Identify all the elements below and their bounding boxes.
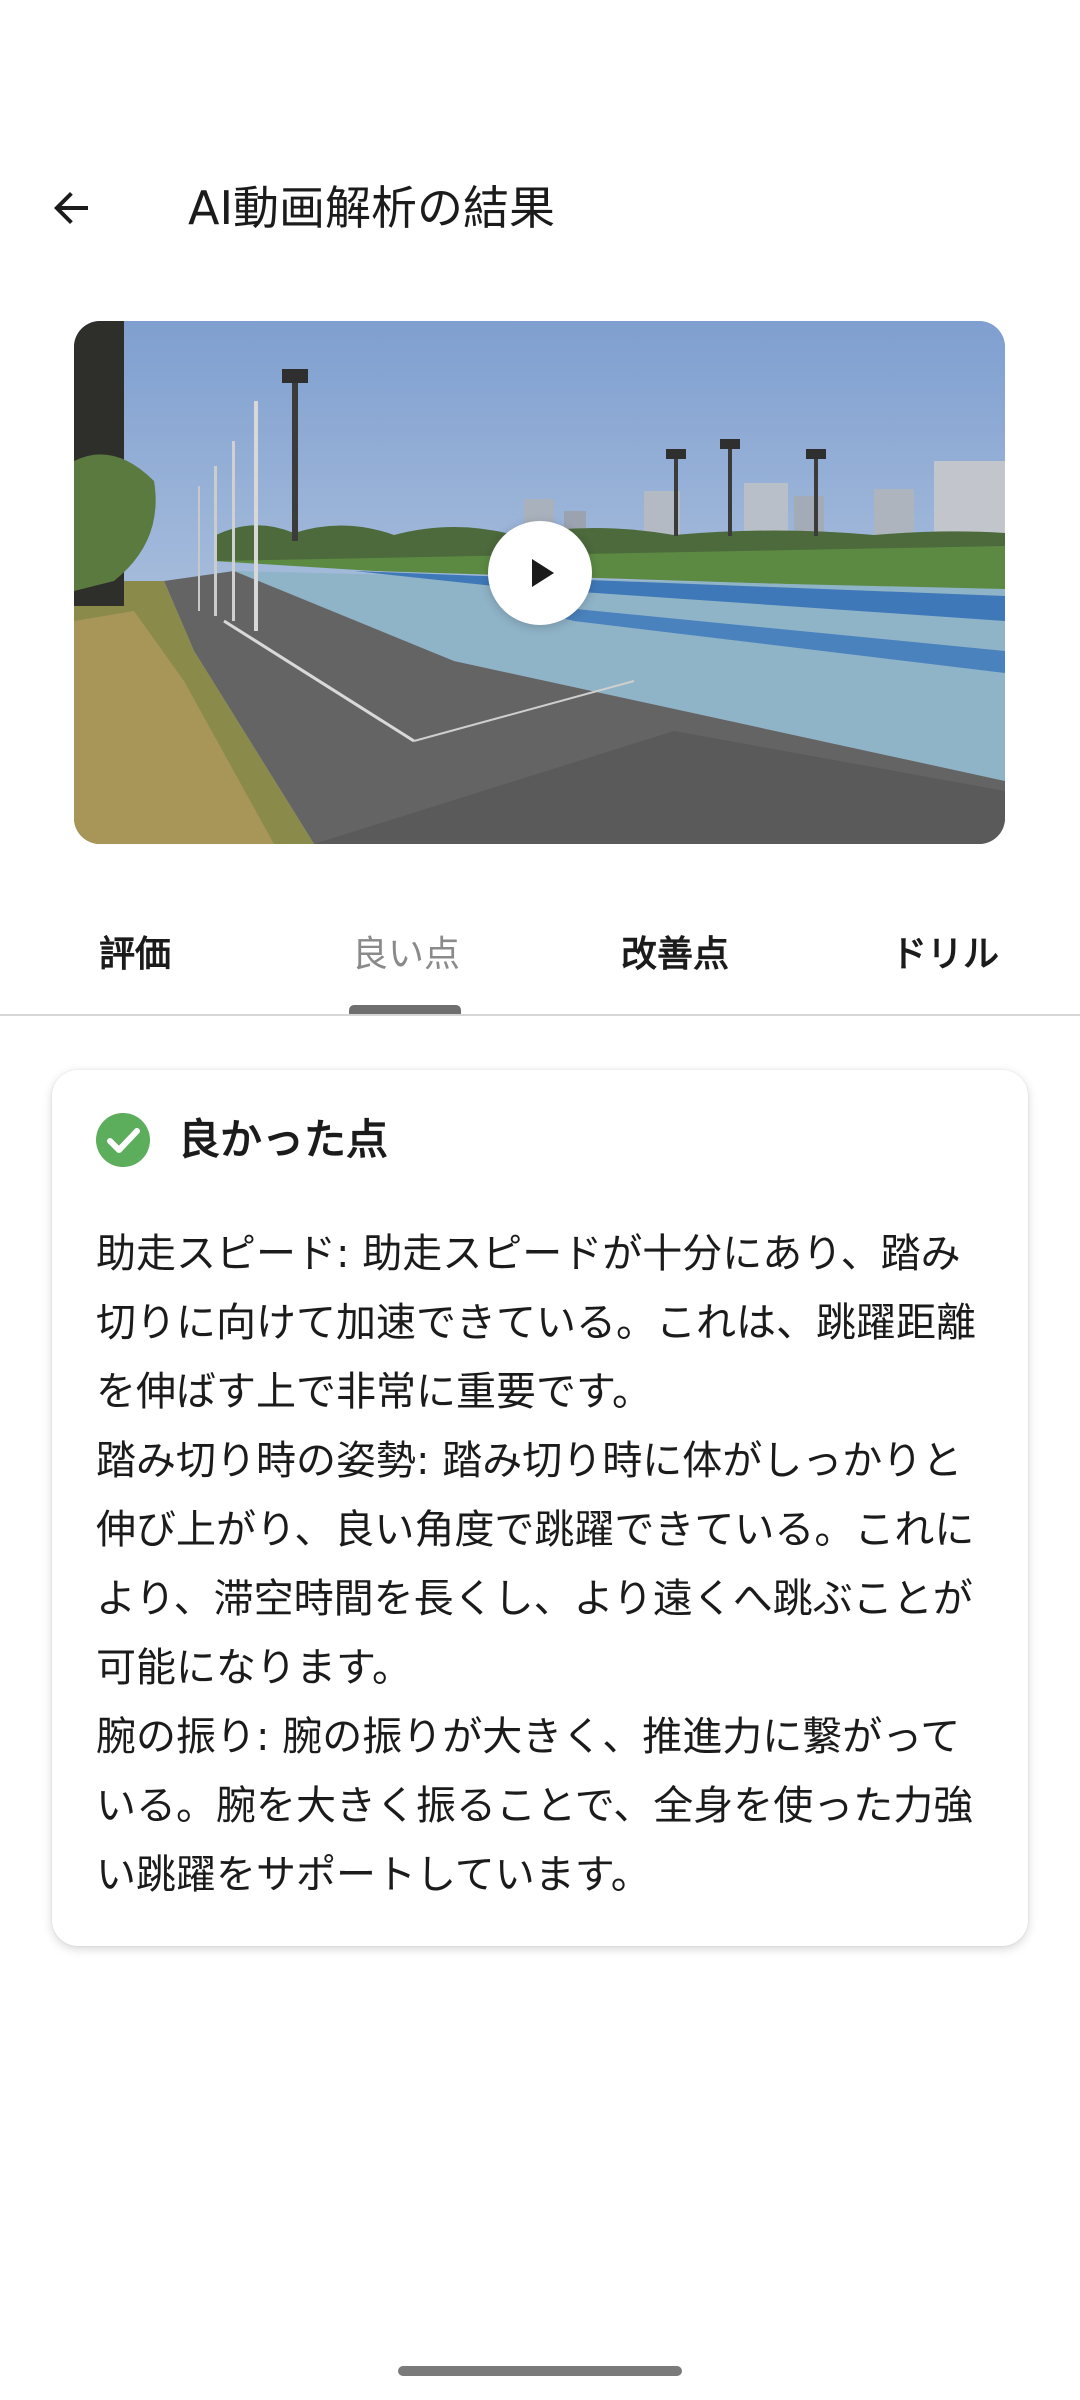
tab-bar: 評価 良い点 改善点 ドリル	[0, 890, 1080, 1016]
play-button[interactable]	[488, 521, 592, 625]
paragraph-takeoff-posture: 踏み切り時の姿勢: 踏み切り時に体がしっかりと伸び上がり、良い角度で跳躍できてい…	[96, 1438, 975, 1691]
tab-improvements[interactable]: 改善点	[592, 890, 758, 1012]
good-points-card: 良かった点 助走スピード: 助走スピードが十分にあり、踏み切りに向けて加速できて…	[52, 1070, 1028, 1946]
play-icon	[532, 559, 554, 587]
app-bar: AI動画解析の結果	[0, 150, 1080, 266]
card-body: 助走スピード: 助走スピードが十分にあり、踏み切りに向けて加速できている。これは…	[96, 1220, 996, 1910]
arrow-back-icon	[54, 192, 88, 224]
paragraph-arm-swing: 腕の振り: 腕の振りが大きく、推進力に繋がっている。腕を大きく振ることで、全身を…	[96, 1714, 974, 1898]
check-circle-icon	[96, 1113, 150, 1167]
card-header: 良かった点	[96, 1112, 388, 1168]
back-button[interactable]	[36, 172, 108, 244]
tab-indicator	[349, 1005, 461, 1014]
card-title: 良かった点	[178, 1115, 389, 1164]
tab-evaluation[interactable]: 評価	[52, 890, 218, 1012]
tab-good-points[interactable]: 良い点	[323, 890, 489, 1012]
video-player[interactable]	[74, 321, 1005, 844]
paragraph-run-up-speed: 助走スピード: 助走スピードが十分にあり、踏み切りに向けて加速できている。これは…	[96, 1231, 976, 1415]
page-title: AI動画解析の結果	[188, 181, 556, 235]
tab-drills[interactable]: ドリル	[862, 890, 1028, 1012]
gesture-nav-handle[interactable]	[398, 2366, 682, 2376]
